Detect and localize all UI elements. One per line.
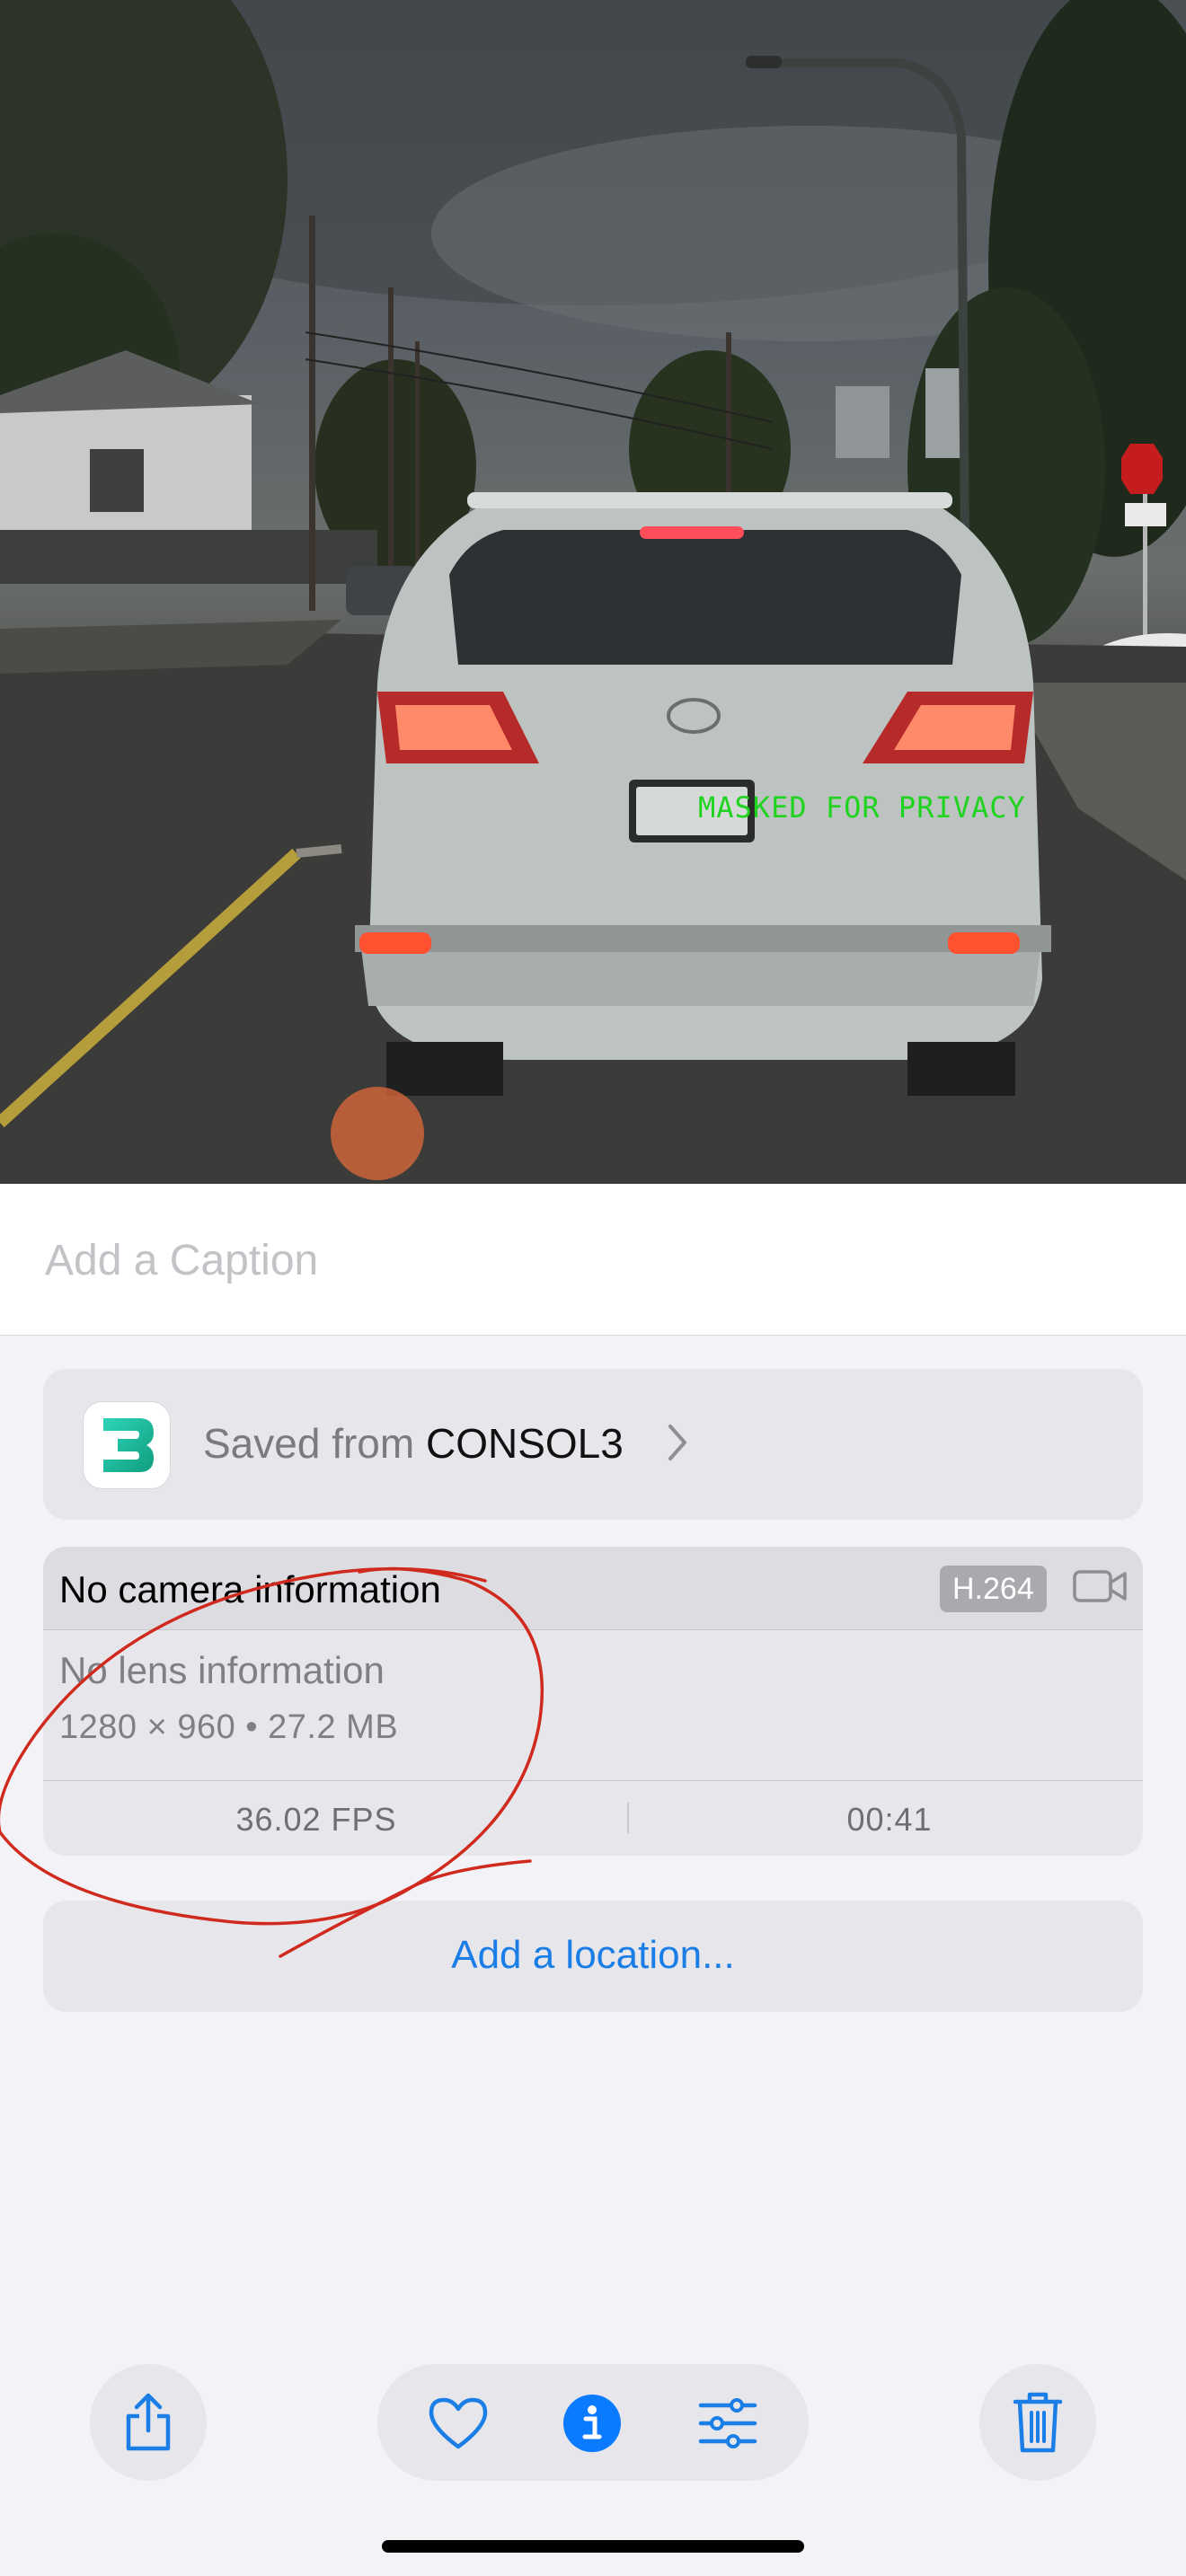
- share-icon: [126, 2393, 171, 2451]
- info-icon[interactable]: [562, 2394, 622, 2453]
- video-frame[interactable]: MASKED FOR PRIVACY: [0, 0, 1186, 1184]
- trash-icon: [1013, 2392, 1063, 2453]
- source-app-name: CONSOL3: [426, 1420, 624, 1467]
- action-pill: [377, 2364, 809, 2481]
- home-indicator[interactable]: [382, 2540, 804, 2553]
- adjust-icon[interactable]: [697, 2398, 758, 2448]
- saved-from-prefix: Saved from: [203, 1420, 415, 1467]
- caption-placeholder: Add a Caption: [45, 1237, 319, 1284]
- caption-field[interactable]: Add a Caption: [0, 1184, 1186, 1336]
- share-button[interactable]: [90, 2364, 207, 2481]
- saved-from-label: Saved from CONSOL3: [203, 1419, 624, 1468]
- consol3-app-icon: [83, 1401, 171, 1489]
- chevron-right-icon: [668, 1425, 686, 1460]
- privacy-mask-label: MASKED FOR PRIVACY: [698, 790, 1026, 825]
- dashcam-scene: [0, 0, 1186, 1184]
- hand-drawn-circle-annotation: [0, 1566, 544, 1958]
- saved-from-row[interactable]: Saved from CONSOL3: [43, 1369, 1143, 1520]
- delete-button[interactable]: [979, 2364, 1096, 2481]
- heart-icon[interactable]: [428, 2396, 489, 2450]
